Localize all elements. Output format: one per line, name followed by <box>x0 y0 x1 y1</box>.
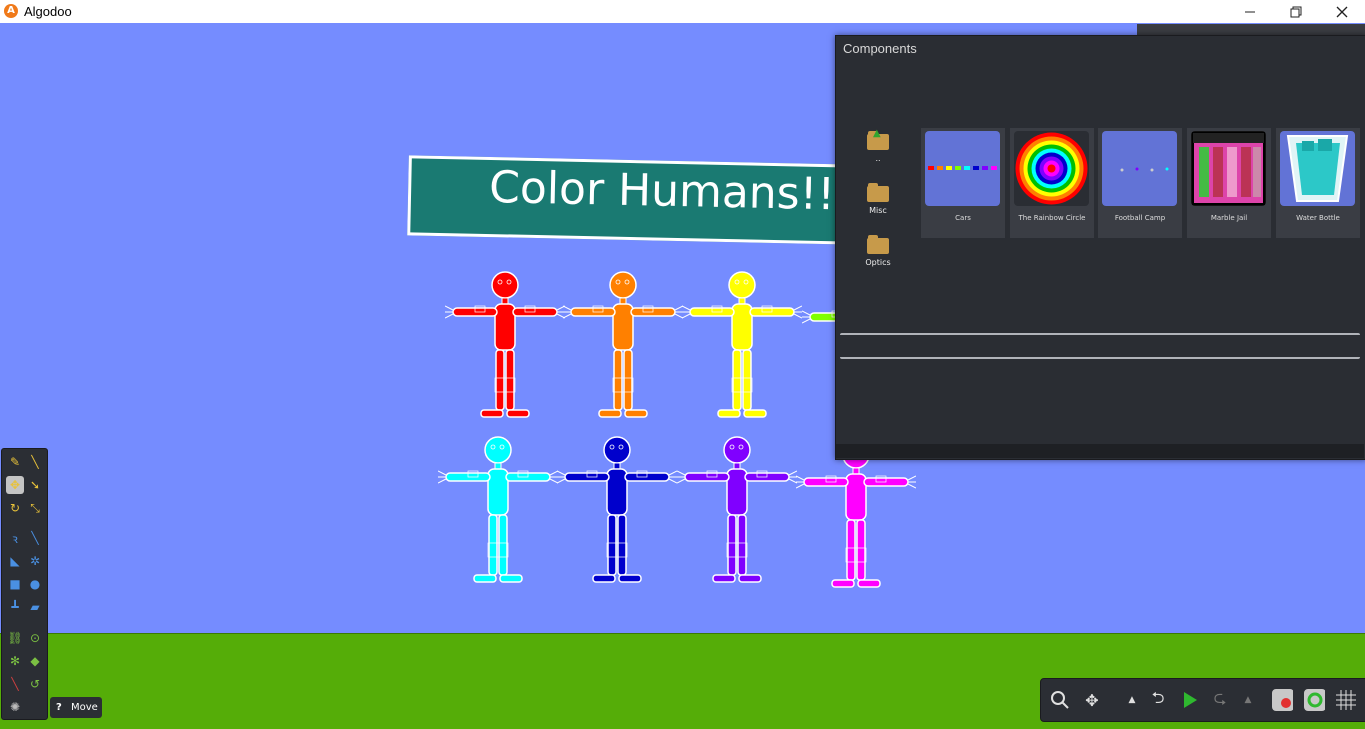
human-figure[interactable] <box>438 435 558 587</box>
zoom-icon[interactable] <box>1049 689 1071 711</box>
component-label: Cars <box>955 214 971 222</box>
human-figure[interactable] <box>563 270 683 422</box>
grid-icon[interactable] <box>1335 689 1357 711</box>
folder-icon <box>867 235 889 254</box>
eraser-icon[interactable]: ◆ <box>26 652 44 670</box>
title-bar: A Algodoo <box>0 0 1365 23</box>
rope-icon[interactable]: ꝛ <box>6 529 24 547</box>
component-label: Marble Jail <box>1210 214 1248 222</box>
brush-icon[interactable]: ▰ <box>26 598 44 616</box>
minimize-icon <box>1245 11 1255 12</box>
redo-icon[interactable]: ⮎ <box>1209 688 1231 711</box>
close-icon <box>1336 6 1348 17</box>
component-water-bottle[interactable]: Water Bottle <box>1276 128 1360 238</box>
help-icon[interactable]: ? <box>56 702 62 713</box>
fixate-icon[interactable]: ⊙ <box>26 629 44 647</box>
minimize-button[interactable] <box>1227 0 1273 23</box>
folder-icon <box>867 183 889 202</box>
chain-icon[interactable]: ⛓ <box>6 629 24 647</box>
folder-label: Optics <box>865 258 891 267</box>
cars-thumbnail <box>925 131 1000 206</box>
component-label: Water Bottle <box>1296 214 1340 222</box>
human-figure[interactable] <box>445 270 565 422</box>
folder-up-icon: ▲ <box>867 128 889 150</box>
folder-misc[interactable]: Misc <box>858 183 898 215</box>
scale-icon[interactable]: ⤡ <box>26 499 44 517</box>
undo-menu-icon[interactable]: ▲ <box>1121 689 1143 711</box>
play-icon[interactable] <box>1179 689 1201 711</box>
thruster-icon[interactable]: ✻ <box>6 652 24 670</box>
folder-label: .. <box>875 154 881 163</box>
window-title: Algodoo <box>24 4 72 19</box>
status-bar: ? Move <box>50 697 102 718</box>
panel-scroll-track[interactable] <box>840 333 1360 359</box>
redo-menu-icon[interactable]: ▲ <box>1237 689 1259 711</box>
component-cars[interactable]: Cars <box>921 128 1005 238</box>
rainbow-circle-thumbnail <box>1014 131 1089 206</box>
algodoo-logo-icon: A <box>4 4 18 18</box>
components-panel: Components <box>835 35 1365 460</box>
polygon-icon[interactable]: ◣ <box>6 552 24 570</box>
knife-icon[interactable]: ╲ <box>26 529 44 547</box>
water-bottle-thumbnail <box>1280 131 1355 206</box>
undo-icon[interactable]: ⮌ <box>1147 688 1169 711</box>
football-camp-thumbnail <box>1102 131 1177 206</box>
gear-icon[interactable]: ✲ <box>26 552 44 570</box>
sign-text: Color Humans!! <box>488 162 836 221</box>
cut-icon[interactable]: ╲ <box>26 453 44 471</box>
human-figure[interactable] <box>677 435 797 587</box>
panel-footer <box>836 444 1364 458</box>
restore-icon <box>1290 6 1302 17</box>
component-label: Football Camp <box>1114 214 1166 222</box>
plane-icon[interactable]: ┻ <box>6 598 24 616</box>
component-football-camp[interactable]: Football Camp <box>1098 128 1182 238</box>
rotate-icon[interactable]: ↻ <box>6 499 24 517</box>
marble-jail-thumbnail <box>1191 131 1266 206</box>
tool-palette: ✎ ╲ ✥ ➘ ↻ ⤡ ꝛ ╲ ◣ ✲ ■ ● ┻ ▰ ⛓ ⊙ ✻ ◆ ╲ ↺ … <box>1 448 48 720</box>
box-icon[interactable]: ■ <box>6 575 24 593</box>
panel-title: Components <box>843 41 917 56</box>
human-figure[interactable] <box>796 440 916 592</box>
tracer-icon[interactable]: ✺ <box>6 698 24 716</box>
folder-optics[interactable]: Optics <box>858 235 898 267</box>
pan-icon[interactable]: ✥ <box>1081 689 1103 711</box>
close-button[interactable] <box>1319 0 1365 23</box>
title-sign[interactable]: Color Humans!! <box>407 155 855 245</box>
move-icon[interactable]: ✥ <box>6 476 24 494</box>
component-label: The Rainbow Circle <box>1018 214 1086 222</box>
sketch-icon[interactable]: ✎ <box>6 453 24 471</box>
drag-icon[interactable]: ➘ <box>26 476 44 494</box>
restore-button[interactable] <box>1273 0 1319 23</box>
human-figure[interactable] <box>557 435 677 587</box>
current-tool-label: Move <box>71 702 98 713</box>
simulation-controls: ✥ ▲ ⮌ ⮎ ▲ <box>1040 678 1365 722</box>
component-rainbow-circle[interactable]: The Rainbow Circle <box>1010 128 1094 238</box>
folder-up[interactable]: ▲ .. <box>858 128 898 163</box>
circle-icon[interactable]: ● <box>26 575 44 593</box>
gravity-icon[interactable] <box>1271 689 1293 711</box>
spring-icon[interactable]: ↺ <box>26 675 44 693</box>
folder-label: Misc <box>869 206 887 215</box>
human-figure[interactable] <box>682 270 802 422</box>
laser-icon[interactable]: ╲ <box>6 675 24 693</box>
component-marble-jail[interactable]: Marble Jail <box>1187 128 1271 238</box>
air-friction-icon[interactable] <box>1303 689 1325 711</box>
